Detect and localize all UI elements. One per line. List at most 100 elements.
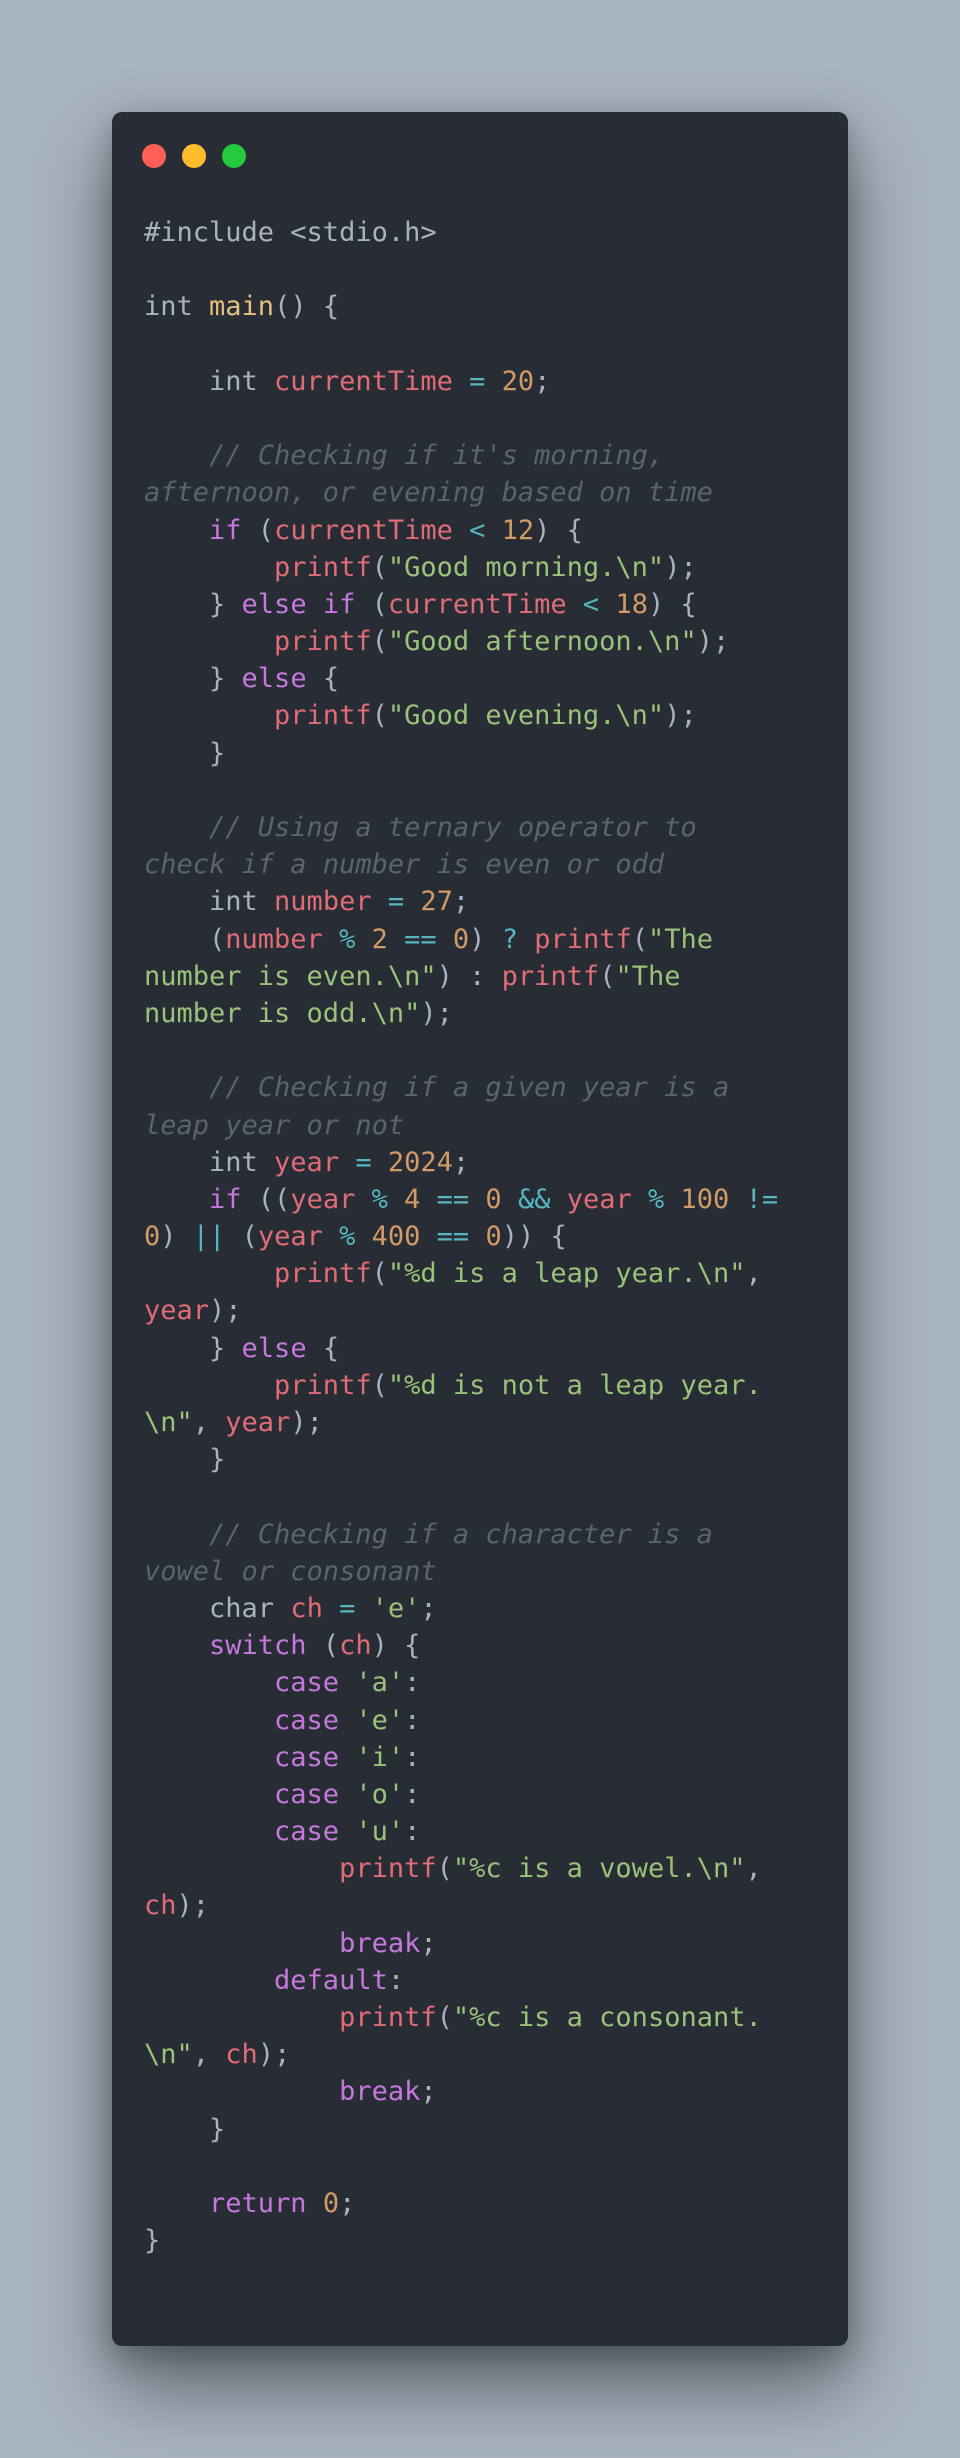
code-token: "%d is a leap year.\n" bbox=[387, 1258, 746, 1290]
code-token: && bbox=[501, 1183, 567, 1215]
code-token: : bbox=[404, 1667, 421, 1699]
code-token: break bbox=[144, 1927, 421, 1959]
code-token: ch bbox=[339, 1630, 372, 1662]
code-line: } else { bbox=[144, 660, 824, 697]
code-line: check if a number is even or odd bbox=[144, 846, 824, 883]
code-token: vowel or consonant bbox=[144, 1555, 437, 1587]
maximize-button[interactable] bbox=[222, 144, 246, 168]
code-token: // Checking if a given year is a bbox=[144, 1072, 730, 1104]
code-token: ); bbox=[257, 2039, 291, 2071]
code-token: case bbox=[144, 1741, 356, 1773]
code-line: case 'o': bbox=[144, 1776, 824, 1813]
code-token: "%c is a vowel.\n" bbox=[452, 1853, 746, 1885]
code-line: case 'i': bbox=[144, 1739, 824, 1776]
code-token: 'a' bbox=[355, 1667, 405, 1699]
code-token: ); bbox=[664, 551, 697, 583]
code-token: : bbox=[387, 1964, 405, 1996]
code-token: ); bbox=[696, 626, 730, 658]
code-line: afternoon, or evening based on time bbox=[144, 474, 824, 511]
code-token: case bbox=[144, 1778, 356, 1810]
code-token: currentTime bbox=[274, 514, 453, 546]
code-token: \n" bbox=[144, 2039, 193, 2071]
code-token: if bbox=[144, 514, 258, 546]
code-token: // Checking if it's morning, bbox=[144, 440, 665, 472]
code-token: } bbox=[144, 1444, 226, 1476]
code-line: char ch = 'e'; bbox=[144, 1590, 824, 1627]
code-line: if (currentTime < 12) { bbox=[144, 512, 824, 549]
code-token: = bbox=[322, 1592, 372, 1624]
code-token: % bbox=[631, 1183, 681, 1215]
code-token: break bbox=[144, 2076, 421, 2108]
code-token: == bbox=[387, 923, 453, 955]
code-token: year bbox=[290, 1183, 356, 1215]
code-token: number is odd.\n" bbox=[144, 997, 421, 1029]
code-line: switch (ch) { bbox=[144, 1627, 824, 1664]
code-token: ( bbox=[371, 588, 388, 620]
window-controls bbox=[142, 144, 246, 168]
code-token: (( bbox=[257, 1183, 291, 1215]
code-token: \n" bbox=[144, 1407, 193, 1438]
code-token: 18 bbox=[615, 588, 648, 620]
code-token: "%c is a consonant. bbox=[452, 2002, 762, 2033]
minimize-button[interactable] bbox=[182, 144, 206, 168]
code-token: return bbox=[144, 2187, 323, 2219]
code-token: ( bbox=[599, 960, 616, 992]
code-token: ( bbox=[322, 1630, 340, 1662]
code-token: ? bbox=[501, 923, 535, 955]
code-token: 'e' bbox=[355, 1704, 405, 1736]
code-token: check if a number is even or odd bbox=[144, 849, 665, 881]
code-line: #include <stdio.h> bbox=[144, 214, 824, 251]
code-token: () { bbox=[274, 291, 340, 323]
code-token: ( bbox=[371, 626, 388, 658]
code-token: ) { bbox=[534, 514, 583, 546]
code-token: } bbox=[144, 588, 242, 620]
close-button[interactable] bbox=[142, 144, 166, 168]
code-token: ( bbox=[371, 700, 388, 732]
code-token: int bbox=[144, 1146, 275, 1178]
code-token: year bbox=[257, 1221, 323, 1253]
code-token: printf bbox=[144, 700, 372, 732]
code-line: int year = 2024; bbox=[144, 1144, 824, 1181]
code-token: // Using a ternary operator to bbox=[144, 812, 697, 843]
code-token: )) { bbox=[501, 1221, 567, 1253]
code-token: ) : bbox=[436, 960, 502, 992]
code-token: = bbox=[339, 1146, 388, 1178]
code-line: // Checking if a given year is a bbox=[144, 1069, 824, 1106]
code-token: if bbox=[144, 1183, 258, 1215]
code-line: } bbox=[144, 2111, 824, 2148]
code-line: ch); bbox=[144, 1887, 824, 1924]
code-token: case bbox=[144, 1667, 356, 1699]
code-line: } bbox=[144, 2222, 824, 2259]
code-token: default bbox=[144, 1964, 388, 1996]
code-token: 2 bbox=[371, 923, 388, 955]
code-token: "The bbox=[615, 960, 681, 992]
code-line: return 0; bbox=[144, 2185, 824, 2222]
code-token: ; bbox=[534, 365, 551, 397]
code-token: leap year or not bbox=[144, 1109, 405, 1141]
code-token: 0 bbox=[452, 923, 470, 955]
code-token: ; bbox=[339, 2187, 356, 2219]
code-token: printf bbox=[501, 960, 600, 992]
code-line: printf("%d is a leap year.\n", bbox=[144, 1255, 824, 1292]
code-line: printf("Good afternoon.\n"); bbox=[144, 623, 824, 660]
code-line: int currentTime = 20; bbox=[144, 363, 824, 400]
code-token: ); bbox=[209, 1295, 242, 1327]
code-token: 0 bbox=[485, 1183, 502, 1215]
code-token: 100 bbox=[680, 1183, 730, 1215]
code-token: ); bbox=[420, 997, 453, 1029]
code-token: "%d is not a leap year. bbox=[387, 1369, 762, 1401]
code-token: 0 bbox=[322, 2187, 340, 2219]
code-token: } bbox=[144, 2225, 161, 2257]
code-token: number is even.\n" bbox=[144, 960, 437, 992]
code-line: // Using a ternary operator to bbox=[144, 809, 824, 846]
code-token: number bbox=[274, 886, 372, 918]
code-token: switch bbox=[144, 1630, 323, 1662]
code-line: printf("Good morning.\n"); bbox=[144, 549, 824, 586]
code-token: = bbox=[452, 365, 502, 397]
code-token: } bbox=[144, 663, 242, 695]
code-line: case 'a': bbox=[144, 1664, 824, 1701]
code-token: 0 bbox=[485, 1221, 502, 1253]
code-token: < bbox=[566, 588, 616, 620]
